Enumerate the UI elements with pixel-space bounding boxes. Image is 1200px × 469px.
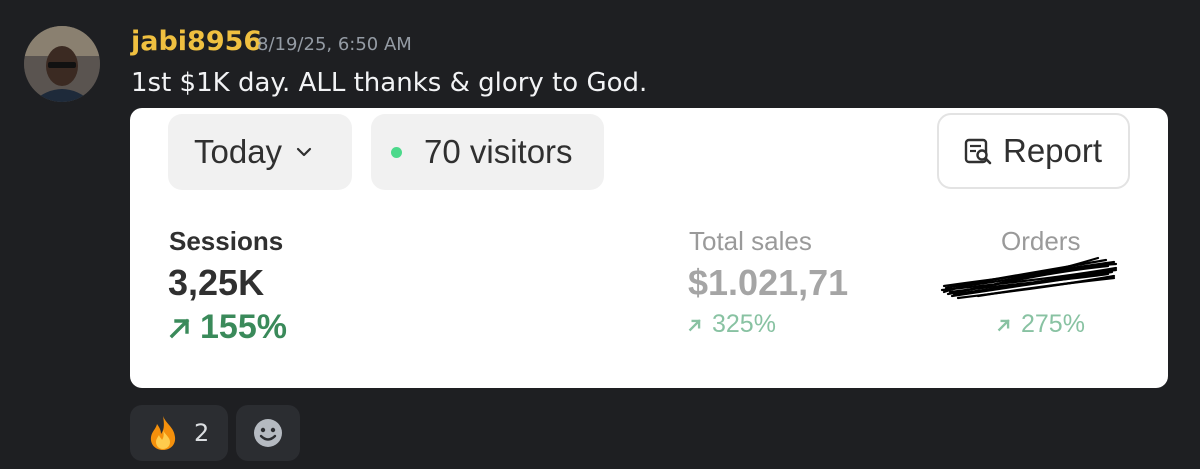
total-sales-value: $1.021,71 [688,262,849,303]
live-dot-icon [391,146,402,158]
total-sales-change-value: 325% [712,310,776,338]
orders-change: 275% [997,310,1085,339]
sessions-value: 3,25K [168,262,265,303]
visitors-badge[interactable]: 70 visitors [371,114,604,190]
arrow-up-right-icon [169,318,190,338]
reaction-fire[interactable]: 2 [130,405,228,461]
report-icon [963,136,993,166]
sessions-label: Sessions [169,226,284,256]
fire-emoji-icon [150,416,176,450]
report-label: Report [1003,132,1103,169]
period-dropdown[interactable]: Today [168,114,352,190]
arrow-up-right-icon [997,318,1010,331]
username[interactable]: jabi8956 [131,26,262,57]
redaction-scribble [940,256,1118,300]
smiley-icon [254,419,282,447]
reactions-bar: 2 [130,405,300,461]
total-sales-change: 325% [688,310,776,339]
user-avatar[interactable] [24,26,100,102]
period-label: Today [194,133,283,170]
add-reaction-button[interactable] [236,405,300,461]
sessions-change-value: 155% [200,308,287,346]
orders-change-value: 275% [1021,310,1085,338]
visitors-label: 70 visitors [424,133,573,170]
message-timestamp: 8/19/25, 6:50 AM [257,34,412,55]
attached-image-analytics-card[interactable]: Today 70 visitors Report Sessions 3,25K … [130,108,1168,388]
sessions-change: 155% [168,308,287,347]
arrow-up-right-icon [688,318,701,331]
message-text: 1st $1K day. ALL thanks & glory to God. [131,68,648,98]
chevron-down-icon [296,147,312,157]
report-button[interactable]: Report [937,113,1130,189]
reaction-count: 2 [194,419,210,447]
total-sales-label: Total sales [689,226,812,256]
avatar-photo [24,26,100,102]
